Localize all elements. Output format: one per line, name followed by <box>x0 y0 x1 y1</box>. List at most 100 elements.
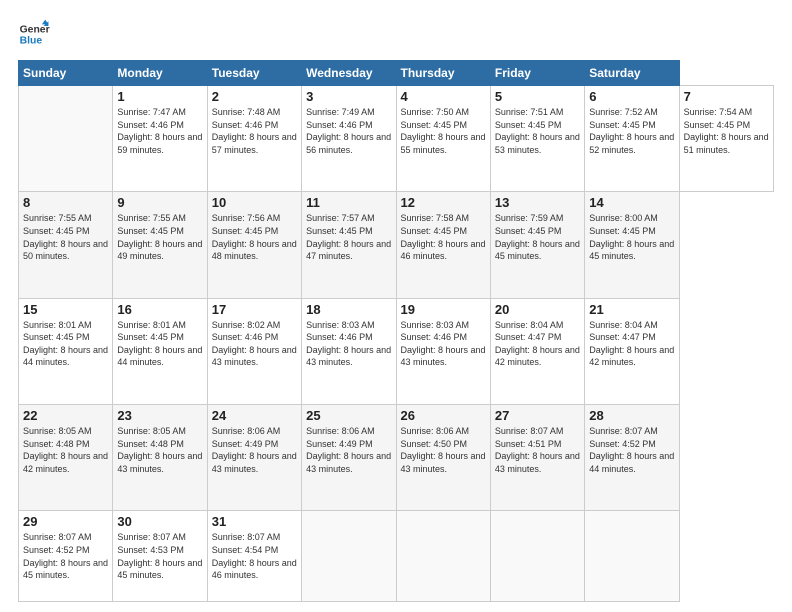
header: General Blue <box>18 18 774 50</box>
cell-info: Sunrise: 7:58 AMSunset: 4:45 PMDaylight:… <box>401 212 486 262</box>
cell-info: Sunrise: 8:06 AMSunset: 4:49 PMDaylight:… <box>212 425 297 475</box>
day-number: 26 <box>401 408 486 423</box>
day-number: 16 <box>117 302 202 317</box>
calendar-cell: 26 Sunrise: 8:06 AMSunset: 4:50 PMDayligh… <box>396 404 490 510</box>
day-number: 4 <box>401 89 486 104</box>
calendar-cell: 7 Sunrise: 7:54 AMSunset: 4:45 PMDaylight… <box>679 86 773 192</box>
cell-info: Sunrise: 8:07 AMSunset: 4:53 PMDaylight:… <box>117 531 202 581</box>
day-number: 3 <box>306 89 391 104</box>
day-header-monday: Monday <box>113 61 207 86</box>
logo-icon: General Blue <box>18 18 50 50</box>
calendar-cell: 9Sunrise: 7:55 AMSunset: 4:45 PMDaylight… <box>113 192 207 298</box>
calendar-cell: 4 Sunrise: 7:50 AMSunset: 4:45 PMDaylight… <box>396 86 490 192</box>
cell-info: Sunrise: 8:06 AMSunset: 4:50 PMDaylight:… <box>401 425 486 475</box>
day-number: 12 <box>401 195 486 210</box>
calendar-cell <box>396 511 490 602</box>
calendar-cell: 5 Sunrise: 7:51 AMSunset: 4:45 PMDaylight… <box>490 86 584 192</box>
cell-info: Sunrise: 7:54 AMSunset: 4:45 PMDaylight:… <box>684 106 769 156</box>
calendar-cell: 20 Sunrise: 8:04 AMSunset: 4:47 PMDayligh… <box>490 298 584 404</box>
day-number: 25 <box>306 408 391 423</box>
calendar-cell <box>585 511 679 602</box>
cell-info: Sunrise: 8:04 AMSunset: 4:47 PMDaylight:… <box>589 319 674 369</box>
calendar-cell: 28 Sunrise: 8:07 AMSunset: 4:52 PMDayligh… <box>585 404 679 510</box>
day-number: 13 <box>495 195 580 210</box>
day-number: 2 <box>212 89 297 104</box>
calendar-cell: 2Sunrise: 7:48 AMSunset: 4:46 PMDaylight… <box>207 86 301 192</box>
calendar-cell: 10 Sunrise: 7:56 AMSunset: 4:45 PMDayligh… <box>207 192 301 298</box>
day-number: 29 <box>23 514 108 529</box>
calendar-week-row: 8 Sunrise: 7:55 AMSunset: 4:45 PMDaylight… <box>19 192 774 298</box>
cell-info: Sunrise: 8:07 AMSunset: 4:54 PMDaylight:… <box>212 531 297 581</box>
cell-info: Sunrise: 8:05 AMSunset: 4:48 PMDaylight:… <box>23 425 108 475</box>
calendar-week-row: 29 Sunrise: 8:07 AMSunset: 4:52 PMDayligh… <box>19 511 774 602</box>
cell-info: Sunrise: 8:07 AMSunset: 4:52 PMDaylight:… <box>589 425 674 475</box>
calendar-cell: 3 Sunrise: 7:49 AMSunset: 4:46 PMDaylight… <box>302 86 396 192</box>
cell-info: Sunrise: 7:50 AMSunset: 4:45 PMDaylight:… <box>401 106 486 156</box>
day-number: 6 <box>589 89 674 104</box>
day-header-wednesday: Wednesday <box>302 61 396 86</box>
calendar-cell: 30 Sunrise: 8:07 AMSunset: 4:53 PMDayligh… <box>113 511 207 602</box>
calendar-cell: 8 Sunrise: 7:55 AMSunset: 4:45 PMDaylight… <box>19 192 113 298</box>
calendar-cell: 23 Sunrise: 8:05 AMSunset: 4:48 PMDayligh… <box>113 404 207 510</box>
cell-info: Sunrise: 7:55 AMSunset: 4:45 PMDaylight:… <box>23 212 108 262</box>
day-header-sunday: Sunday <box>19 61 113 86</box>
calendar-cell: 11 Sunrise: 7:57 AMSunset: 4:45 PMDayligh… <box>302 192 396 298</box>
day-number: 30 <box>117 514 202 529</box>
day-header-saturday: Saturday <box>585 61 679 86</box>
cell-info: Sunrise: 8:02 AMSunset: 4:46 PMDaylight:… <box>212 319 297 369</box>
calendar-cell: 13 Sunrise: 7:59 AMSunset: 4:45 PMDayligh… <box>490 192 584 298</box>
day-number: 11 <box>306 195 391 210</box>
calendar-cell: 25Sunrise: 8:06 AMSunset: 4:49 PMDayligh… <box>302 404 396 510</box>
day-number: 27 <box>495 408 580 423</box>
day-number: 1 <box>117 89 202 104</box>
cell-info: Sunrise: 8:03 AMSunset: 4:46 PMDaylight:… <box>401 319 486 369</box>
day-number: 5 <box>495 89 580 104</box>
calendar-cell: 19 Sunrise: 8:03 AMSunset: 4:46 PMDayligh… <box>396 298 490 404</box>
day-number: 7 <box>684 89 769 104</box>
calendar-week-row: 15Sunrise: 8:01 AMSunset: 4:45 PMDayligh… <box>19 298 774 404</box>
cell-info: Sunrise: 7:59 AMSunset: 4:45 PMDaylight:… <box>495 212 580 262</box>
day-number: 24 <box>212 408 297 423</box>
cell-info: Sunrise: 7:55 AMSunset: 4:45 PMDaylight:… <box>117 212 202 262</box>
cell-info: Sunrise: 8:03 AMSunset: 4:46 PMDaylight:… <box>306 319 391 369</box>
cell-info: Sunrise: 8:00 AMSunset: 4:45 PMDaylight:… <box>589 212 674 262</box>
day-number: 23 <box>117 408 202 423</box>
svg-text:Blue: Blue <box>20 36 43 47</box>
cell-info: Sunrise: 8:04 AMSunset: 4:47 PMDaylight:… <box>495 319 580 369</box>
cell-info: Sunrise: 7:57 AMSunset: 4:45 PMDaylight:… <box>306 212 391 262</box>
day-number: 18 <box>306 302 391 317</box>
calendar-cell <box>302 511 396 602</box>
day-number: 31 <box>212 514 297 529</box>
cell-info: Sunrise: 7:47 AMSunset: 4:46 PMDaylight:… <box>117 106 202 156</box>
calendar-cell: 15Sunrise: 8:01 AMSunset: 4:45 PMDayligh… <box>19 298 113 404</box>
cell-info: Sunrise: 8:07 AMSunset: 4:52 PMDaylight:… <box>23 531 108 581</box>
cell-info: Sunrise: 7:56 AMSunset: 4:45 PMDaylight:… <box>212 212 297 262</box>
day-number: 19 <box>401 302 486 317</box>
cell-info: Sunrise: 7:52 AMSunset: 4:45 PMDaylight:… <box>589 106 674 156</box>
calendar-cell: 14 Sunrise: 8:00 AMSunset: 4:45 PMDayligh… <box>585 192 679 298</box>
day-header-friday: Friday <box>490 61 584 86</box>
day-number: 20 <box>495 302 580 317</box>
svg-text:General: General <box>20 24 50 35</box>
day-header-tuesday: Tuesday <box>207 61 301 86</box>
empty-cell <box>19 86 113 192</box>
logo: General Blue <box>18 18 50 50</box>
day-number: 14 <box>589 195 674 210</box>
calendar-cell: 31 Sunrise: 8:07 AMSunset: 4:54 PMDayligh… <box>207 511 301 602</box>
cell-info: Sunrise: 8:05 AMSunset: 4:48 PMDaylight:… <box>117 425 202 475</box>
calendar-header-row: SundayMondayTuesdayWednesdayThursdayFrid… <box>19 61 774 86</box>
cell-info: Sunrise: 7:49 AMSunset: 4:46 PMDaylight:… <box>306 106 391 156</box>
cell-info: Sunrise: 7:51 AMSunset: 4:45 PMDaylight:… <box>495 106 580 156</box>
cell-info: Sunrise: 8:01 AMSunset: 4:45 PMDaylight:… <box>117 319 202 369</box>
day-header-thursday: Thursday <box>396 61 490 86</box>
day-number: 28 <box>589 408 674 423</box>
calendar-cell: 17 Sunrise: 8:02 AMSunset: 4:46 PMDayligh… <box>207 298 301 404</box>
calendar-cell: 24 Sunrise: 8:06 AMSunset: 4:49 PMDayligh… <box>207 404 301 510</box>
day-number: 10 <box>212 195 297 210</box>
day-number: 8 <box>23 195 108 210</box>
day-number: 17 <box>212 302 297 317</box>
calendar-cell: 12 Sunrise: 7:58 AMSunset: 4:45 PMDayligh… <box>396 192 490 298</box>
calendar-cell <box>490 511 584 602</box>
day-number: 22 <box>23 408 108 423</box>
calendar-cell: 18 Sunrise: 8:03 AMSunset: 4:46 PMDayligh… <box>302 298 396 404</box>
